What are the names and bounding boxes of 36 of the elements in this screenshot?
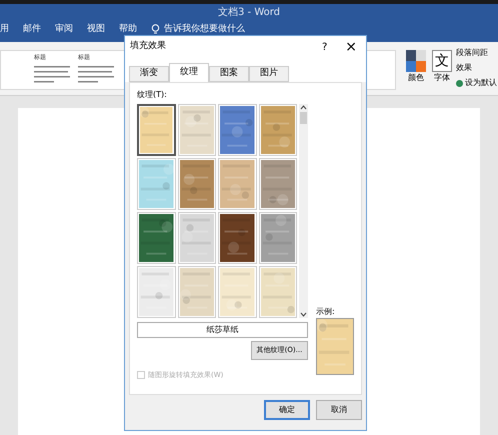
check-icon [456, 80, 463, 86]
help-button[interactable]: ? [322, 40, 328, 54]
set-default-button[interactable]: 设为默认 [465, 77, 497, 89]
ok-button[interactable]: 确定 [264, 400, 310, 420]
colors-label[interactable]: 颜色 [408, 72, 424, 84]
tab[interactable]: 图案 [209, 66, 249, 82]
fonts-label[interactable]: 字体 [434, 72, 450, 84]
sample-label: 示例: [316, 306, 335, 318]
lightbulb-icon [151, 24, 160, 35]
cancel-button[interactable]: 取消 [316, 400, 362, 420]
texture-preview [316, 318, 354, 375]
tab[interactable]: 图片 [249, 66, 289, 82]
menu-tab[interactable]: 审阅 [55, 24, 73, 35]
texture-name-field: 纸莎草纸 [137, 322, 308, 338]
texture-label: 纹理(T): [137, 89, 168, 101]
tab[interactable]: 纹理 [169, 63, 209, 82]
fonts-icon[interactable]: 文 [432, 50, 452, 72]
text-lines-drawing [78, 64, 116, 84]
tab[interactable]: 渐变 [129, 66, 169, 82]
tell-me-field[interactable]: 告诉我你想要做什么 [164, 24, 245, 35]
close-button[interactable]: × [345, 36, 357, 58]
menu-tab[interactable]: 用 [0, 24, 9, 35]
paragraph-spacing-button[interactable]: 段落间距 [456, 47, 497, 59]
menu-tab[interactable]: 帮助 [119, 24, 137, 35]
color-scheme-icon[interactable] [406, 50, 426, 72]
menu-tab[interactable]: 邮件 [23, 24, 41, 35]
texture-swatch[interactable] [137, 104, 176, 156]
scrollbar[interactable] [299, 104, 308, 318]
scroll-down-icon[interactable] [300, 311, 307, 318]
scroll-thumb[interactable] [300, 112, 307, 124]
menu-tab[interactable]: 视图 [87, 24, 105, 35]
dialog-title: 填充效果 [130, 40, 167, 54]
effects-button[interactable]: 效果 [456, 62, 497, 74]
scroll-up-icon[interactable] [300, 104, 307, 111]
text-lines-drawing [34, 64, 72, 84]
window-title: 文档3 - Word [218, 7, 280, 19]
